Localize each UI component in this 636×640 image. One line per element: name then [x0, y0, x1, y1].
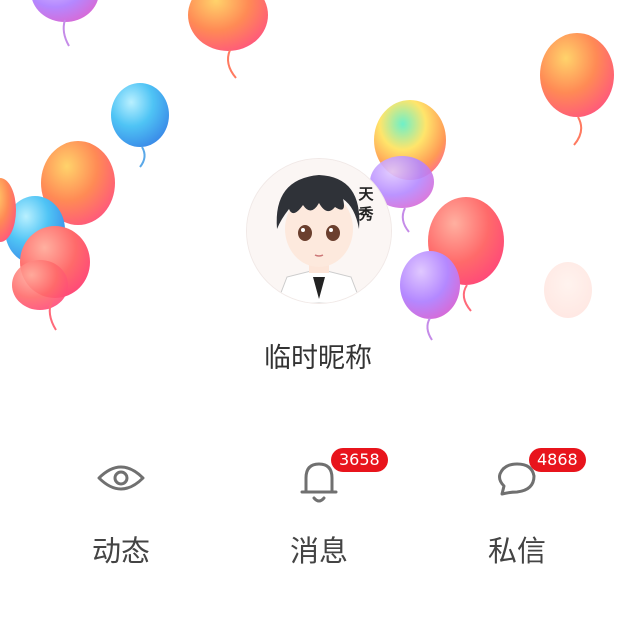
avatar-tag-line1: 天 — [358, 185, 374, 203]
avatar-tag-line2: 秀 — [358, 205, 374, 223]
private-messages-count-badge: 4868 — [529, 448, 586, 472]
nickname[interactable]: 临时昵称 — [0, 336, 636, 375]
tab-activity[interactable]: 动态 — [66, 458, 176, 568]
user-avatar[interactable] — [246, 158, 392, 304]
tab-private-messages-label: 私信 — [487, 534, 546, 568]
tab-activity-label: 动态 — [91, 534, 150, 568]
messages-count-badge: 3658 — [331, 448, 388, 472]
avatar-tag: 天 秀 — [355, 184, 377, 224]
avatar-illustration — [247, 159, 391, 303]
tab-messages[interactable]: 3658 消息 — [264, 448, 388, 568]
tab-private-messages[interactable]: 4868 私信 — [462, 448, 586, 568]
eye-icon — [97, 465, 145, 491]
tab-messages-label: 消息 — [289, 534, 348, 568]
